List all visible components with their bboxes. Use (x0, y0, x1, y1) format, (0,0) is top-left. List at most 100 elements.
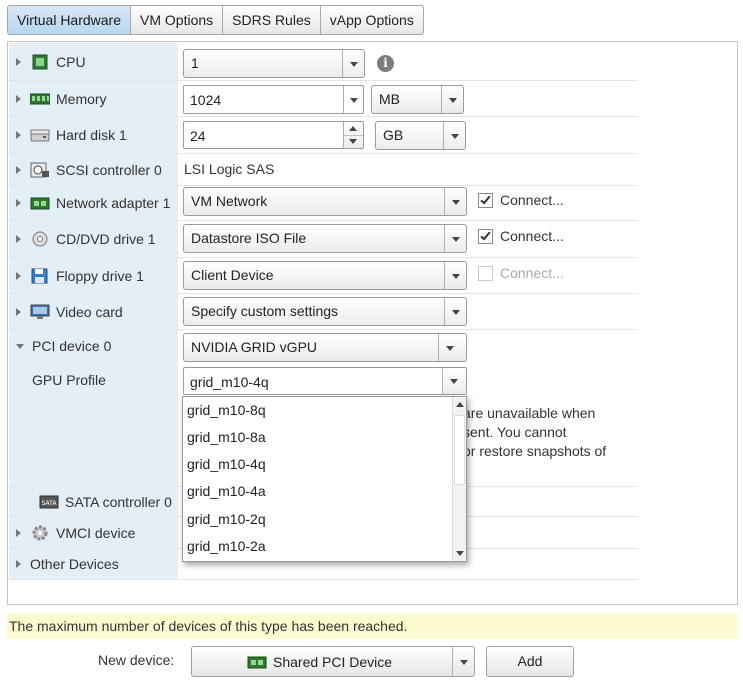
expand-arrow-icon[interactable] (16, 528, 21, 537)
device-label-other[interactable]: Other Devices (8, 549, 178, 579)
new-device-select[interactable]: Shared PCI Device (191, 646, 475, 677)
cpu-count-value: 1 (191, 55, 199, 71)
pci-note-line-3: or restore snapshots of (463, 443, 607, 459)
cdrom-select[interactable]: Datastore ISO File (183, 224, 467, 253)
memory-unit-select[interactable]: MB (371, 85, 464, 114)
memory-dropdown-button[interactable] (343, 86, 363, 113)
gpu-profile-option[interactable]: grid_m10-2a (187, 533, 266, 560)
scroll-down-icon[interactable] (456, 551, 464, 556)
info-icon[interactable]: i (377, 55, 394, 72)
scroll-up-icon[interactable] (456, 402, 464, 407)
device-label-cdrom[interactable]: CD/DVD drive 1 (8, 221, 178, 257)
chevron-down-icon[interactable] (443, 122, 465, 149)
sata-label: SATA controller 0 (65, 493, 172, 510)
memory-icon (29, 91, 51, 107)
cdrom-connect-checkbox[interactable] (478, 229, 493, 244)
floppy-connect-checkbox (478, 266, 493, 281)
expand-arrow-icon[interactable] (16, 307, 21, 316)
harddisk-unit-select[interactable]: GB (375, 121, 466, 150)
network-adapter-icon (30, 195, 50, 211)
device-label-video[interactable]: Video card (8, 294, 178, 329)
cdrom-connect-label: Connect... (500, 228, 564, 244)
gpu-profile-option[interactable]: grid_m10-8q (187, 397, 266, 424)
floppy-value: Client Device (191, 267, 274, 283)
chevron-down-icon[interactable] (438, 334, 466, 361)
harddisk-size-stepper[interactable] (343, 122, 363, 148)
device-label-memory[interactable]: Memory (8, 81, 178, 116)
stepper-up-icon[interactable] (349, 126, 357, 131)
stepper-down-icon[interactable] (349, 139, 357, 144)
floppy-select[interactable]: Client Device (183, 261, 467, 290)
video-card-value: Specify custom settings (191, 303, 339, 319)
network-select[interactable]: VM Network (183, 187, 467, 216)
gpu-profile-label: GPU Profile (32, 371, 106, 388)
device-label-network[interactable]: Network adapter 1 (8, 186, 178, 220)
chevron-down-icon[interactable] (441, 86, 463, 113)
expand-arrow-icon[interactable] (16, 560, 21, 568)
harddisk-unit-value: GB (383, 127, 404, 143)
tab-sdrs-rules[interactable]: SDRS Rules (223, 5, 321, 35)
cdrom-value: Datastore ISO File (191, 230, 307, 246)
chevron-down-icon[interactable] (444, 298, 466, 325)
harddisk-size-input[interactable]: 24 (183, 121, 364, 149)
gpu-profile-option[interactable]: grid_m10-4q (187, 451, 266, 478)
tab-vm-options[interactable]: VM Options (131, 5, 224, 35)
device-label-scsi[interactable]: SCSI controller 0 (8, 154, 178, 185)
expand-arrow-icon[interactable] (16, 94, 21, 103)
chevron-down-icon[interactable] (444, 188, 466, 215)
scsi-controller-type: LSI Logic SAS (184, 161, 275, 177)
pci-label: PCI device 0 (32, 338, 112, 354)
expand-arrow-icon[interactable] (16, 271, 21, 280)
dropdown-scrollbar[interactable] (452, 397, 466, 561)
cpu-label: CPU (56, 53, 86, 70)
pci-device-select[interactable]: NVIDIA GRID vGPU (183, 333, 467, 362)
expand-arrow-icon[interactable] (16, 57, 21, 66)
new-device-label: New device: (98, 652, 175, 668)
memory-size-input[interactable]: 1024 (183, 85, 364, 114)
pci-device-icon (247, 656, 267, 669)
expand-arrow-icon[interactable] (16, 199, 21, 207)
memory-label: Memory (56, 90, 107, 107)
max-devices-warning: The maximum number of devices of this ty… (7, 613, 738, 639)
chevron-down-icon[interactable] (442, 368, 466, 394)
pci-device-value: NVIDIA GRID vGPU (191, 339, 318, 355)
gpu-profile-option[interactable]: grid_m10-4a (187, 478, 266, 505)
memory-unit-value: MB (379, 91, 400, 107)
cpu-count-select[interactable]: 1 (183, 49, 365, 78)
pci-note-line-1: are unavailable when (463, 405, 596, 421)
chevron-down-icon[interactable] (444, 262, 466, 289)
memory-size-value: 1024 (190, 92, 222, 108)
expand-arrow-icon[interactable] (16, 235, 21, 243)
network-connect-label: Connect... (500, 192, 564, 208)
tab-vapp-options[interactable]: vApp Options (320, 5, 424, 35)
device-label-sata[interactable]: SATA SATA controller 0 (8, 487, 178, 516)
tab-virtual-hardware[interactable]: Virtual Hardware (7, 5, 132, 35)
network-label: Network adapter 1 (56, 195, 171, 211)
collapse-arrow-icon[interactable] (16, 343, 24, 349)
add-device-button[interactable]: Add (486, 646, 574, 677)
video-label: Video card (56, 303, 123, 320)
device-label-cpu[interactable]: CPU (8, 43, 178, 80)
harddisk-label: Hard disk 1 (56, 127, 127, 143)
device-label-floppy[interactable]: Floppy drive 1 (8, 258, 178, 293)
chevron-down-icon[interactable] (342, 50, 364, 77)
scroll-thumb[interactable] (454, 415, 465, 485)
video-card-select[interactable]: Specify custom settings (183, 297, 467, 326)
expand-arrow-icon[interactable] (16, 165, 21, 174)
chevron-down-icon[interactable] (444, 225, 466, 252)
gpu-profile-dropdown-list[interactable]: grid_m10-8q grid_m10-8a grid_m10-4q grid… (182, 396, 467, 562)
hard-disk-icon (30, 127, 50, 143)
device-label-vmci[interactable]: VMCI device (8, 517, 178, 548)
floppy-icon (30, 268, 50, 284)
gpu-profile-option[interactable]: grid_m10-8a (187, 424, 266, 451)
chevron-down-icon[interactable] (452, 647, 474, 676)
cd-dvd-icon (30, 231, 50, 247)
gpu-profile-select[interactable]: grid_m10-4q (183, 367, 467, 395)
other-label: Other Devices (30, 556, 119, 572)
gpu-profile-option[interactable]: grid_m10-2q (187, 506, 266, 533)
expand-arrow-icon[interactable] (16, 131, 21, 139)
vmci-label: VMCI device (56, 524, 136, 541)
device-label-pci[interactable]: PCI device 0 (8, 330, 178, 362)
network-connect-checkbox[interactable] (478, 193, 493, 208)
device-label-harddisk[interactable]: Hard disk 1 (8, 117, 178, 153)
